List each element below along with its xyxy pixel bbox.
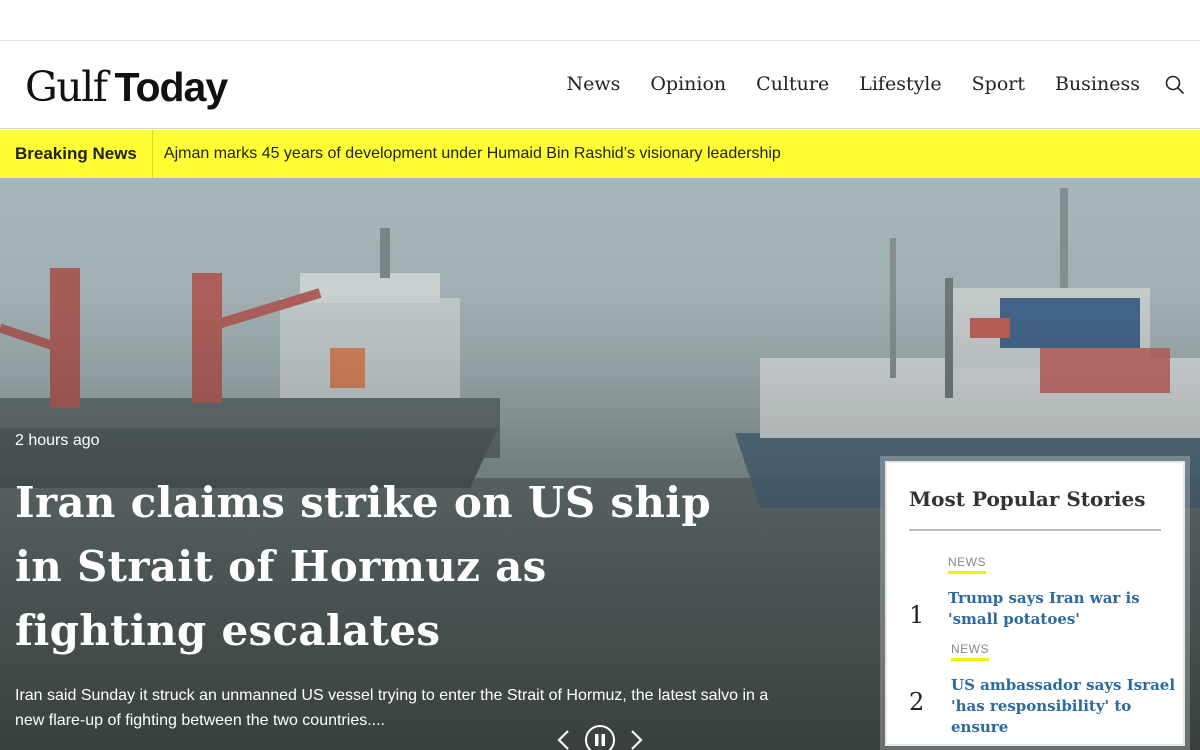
chevron-right-icon[interactable] (624, 723, 648, 750)
breaking-news-bar: Breaking News Ajman marks 45 years of de… (0, 130, 1200, 178)
carousel-controls (552, 723, 648, 750)
most-popular-panel: Most Popular Stories NEWS 1 Trump says I… (885, 461, 1185, 746)
site-logo[interactable]: Gulf Today (25, 63, 228, 111)
hero-headline[interactable]: Iran claims strike on US ship in Strait … (15, 471, 735, 663)
divider (909, 529, 1161, 531)
chevron-left-icon[interactable] (552, 723, 576, 750)
main-nav: News Opinion Culture Lifestyle Sport Bus… (566, 71, 1140, 97)
category-tag[interactable]: NEWS (951, 642, 989, 661)
nav-sport[interactable]: Sport (972, 71, 1025, 97)
breaking-news-label: Breaking News (0, 130, 153, 178)
nav-lifestyle[interactable]: Lifestyle (859, 71, 941, 97)
pause-icon[interactable] (584, 723, 616, 750)
story-rank: 2 (909, 688, 925, 716)
search-icon[interactable] (1164, 74, 1186, 96)
logo-today: Today (114, 64, 228, 110)
nav-business[interactable]: Business (1055, 71, 1140, 97)
top-ad-strip (0, 0, 1200, 41)
most-popular-title: Most Popular Stories (909, 487, 1146, 511)
story-rank: 1 (909, 601, 925, 629)
breaking-news-headline[interactable]: Ajman marks 45 years of development unde… (153, 145, 781, 163)
story-link[interactable]: US ambassador says Israel 'has responsib… (951, 675, 1176, 738)
nav-opinion[interactable]: Opinion (650, 71, 726, 97)
category-tag[interactable]: NEWS (948, 555, 986, 574)
story-timestamp: 2 hours ago (15, 432, 100, 449)
nav-news[interactable]: News (566, 71, 620, 97)
masthead: Gulf Today News Opinion Culture Lifestyle… (0, 41, 1200, 129)
logo-gulf: Gulf (25, 63, 108, 111)
story-link[interactable]: Trump says Iran war is 'small potatoes' (948, 588, 1173, 630)
hero-summary: Iran said Sunday it struck an unmanned U… (15, 687, 769, 729)
nav-culture[interactable]: Culture (756, 71, 829, 97)
